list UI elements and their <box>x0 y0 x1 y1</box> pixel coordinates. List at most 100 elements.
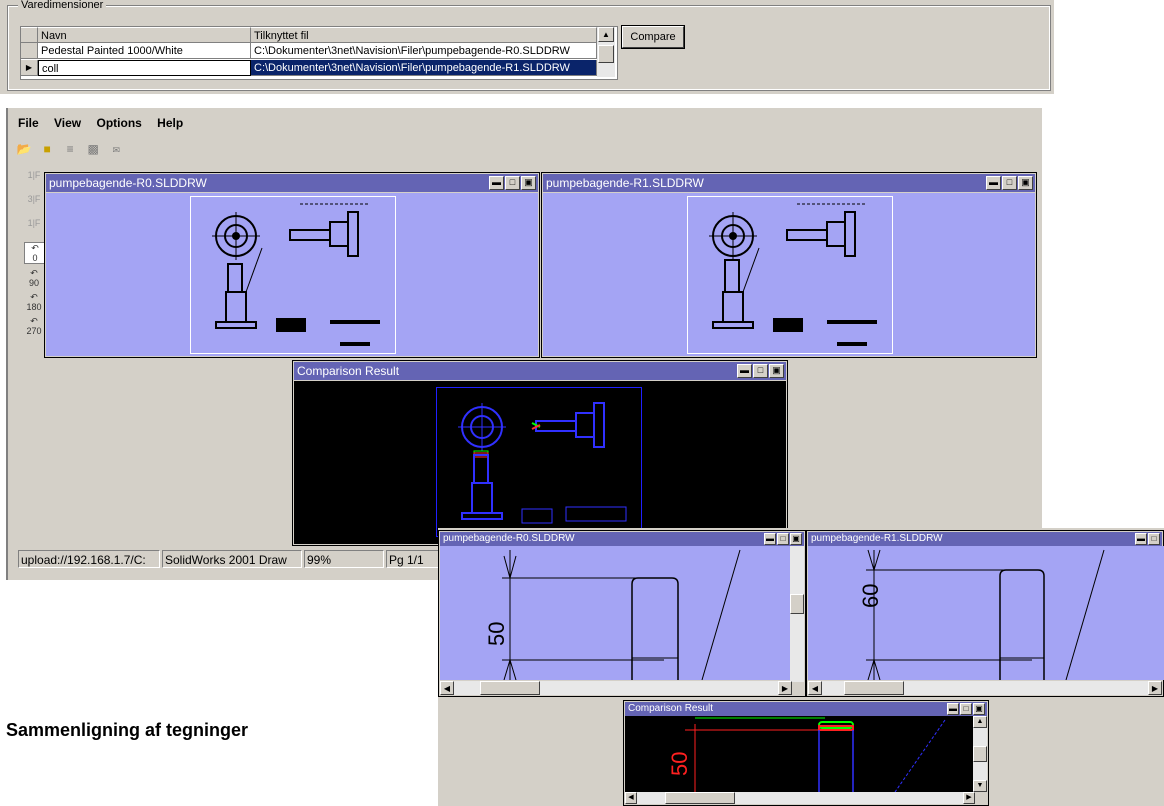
comparison-result-window[interactable]: Comparison Result ▬ □ ▣ <box>292 360 788 546</box>
file-grid: Navn Tilknyttet fil Pedestal Painted 100… <box>20 26 618 80</box>
rotate-0-icon[interactable]: ↶ 0 <box>24 242 46 264</box>
result-title-bar[interactable]: Comparison Result ▬ □ ▣ <box>294 362 786 380</box>
scroll-thumb[interactable] <box>973 746 987 762</box>
result-drawing-area[interactable] <box>294 381 786 544</box>
zoom-r0-drawing[interactable]: 50 <box>440 546 792 680</box>
zoom-r0-title: pumpebagende-R0.SLDDRW <box>443 533 575 544</box>
restore-icon[interactable]: □ <box>753 364 768 378</box>
zoom-r0-hscroll[interactable]: ◀ ▶ <box>440 681 792 695</box>
scroll-thumb[interactable] <box>480 681 540 695</box>
scroll-left-icon[interactable]: ◀ <box>625 792 637 804</box>
zoom-result-title: Comparison Result <box>628 703 714 714</box>
status-path: upload://192.168.1.7/C: <box>18 550 160 568</box>
maximize-icon[interactable]: ▣ <box>790 533 802 545</box>
zoom-r1-title: pumpebagende-R1.SLDDRW <box>811 533 943 544</box>
rotate-90-icon[interactable]: ↶ 90 <box>24 268 44 288</box>
maximize-icon[interactable]: ▣ <box>973 703 985 715</box>
status-app: SolidWorks 2001 Draw <box>162 550 302 568</box>
restore-icon[interactable]: □ <box>1002 176 1017 190</box>
result-title: Comparison Result <box>297 364 400 378</box>
row-selector[interactable] <box>21 43 38 59</box>
restore-icon[interactable]: □ <box>960 703 972 715</box>
mirror-icon[interactable]: 1|F <box>24 218 44 238</box>
grid-header: Navn Tilknyttet fil <box>21 27 597 44</box>
scroll-up-icon[interactable]: ▲ <box>973 716 987 728</box>
zoom-r1-drawing[interactable]: 60 <box>808 546 1164 680</box>
scroll-thumb[interactable] <box>790 594 804 614</box>
zoom-result-vscroll[interactable]: ▲ ▼ <box>973 716 987 792</box>
r0-drawing-window[interactable]: pumpebagende-R0.SLDDRW ▬ □ ▣ <box>44 172 540 358</box>
compare-button[interactable]: Compare <box>621 25 685 49</box>
menu-view[interactable]: View <box>54 116 81 130</box>
restore-icon[interactable]: □ <box>1148 533 1160 545</box>
menu-options[interactable]: Options <box>97 116 142 130</box>
scroll-left-icon[interactable]: ◀ <box>808 681 822 695</box>
r0-title-bar[interactable]: pumpebagende-R0.SLDDRW ▬ □ ▣ <box>46 174 538 192</box>
column-header-tilknyttet-fil[interactable]: Tilknyttet fil <box>251 27 597 43</box>
maximize-icon[interactable]: ▣ <box>769 364 784 378</box>
rotate-180-icon[interactable]: ↶ 180 <box>24 292 44 312</box>
mail-icon[interactable]: ✉ <box>108 143 124 157</box>
status-bar: upload://192.168.1.7/C: SolidWorks 2001 … <box>18 550 448 570</box>
zoom-result-hscroll[interactable]: ◀ ▶ <box>625 792 975 804</box>
minimize-icon[interactable]: ▬ <box>764 533 776 545</box>
grid-scrollbar[interactable]: ▲ <box>597 27 615 77</box>
flip-vertical-icon[interactable]: 3|F <box>24 194 44 214</box>
scroll-right-icon[interactable]: ▶ <box>963 792 975 804</box>
r0-drawing-sheet <box>190 196 396 354</box>
minimize-icon[interactable]: ▬ <box>737 364 752 378</box>
r1-drawing-sheet <box>687 196 893 354</box>
zoom-result-title-bar[interactable]: Comparison Result ▬ □ ▣ <box>625 702 987 716</box>
open-icon[interactable]: 📂 <box>16 142 32 156</box>
cell-fil[interactable]: C:\Dokumenter\3net\Navision\Filer\pumpeb… <box>251 43 597 59</box>
print-icon[interactable]: ▩ <box>85 142 101 156</box>
result-drawing-sheet <box>436 387 642 537</box>
cell-fil-selected[interactable]: C:\Dokumenter\3net\Navision\Filer\pumpeb… <box>251 60 597 76</box>
open-folder-icon[interactable]: ■ <box>39 142 55 156</box>
zoom-r1-hscroll[interactable]: ◀ ▶ <box>808 681 1162 695</box>
maximize-icon[interactable]: ▣ <box>521 176 536 190</box>
restore-icon[interactable]: □ <box>777 533 789 545</box>
layers-icon[interactable]: ≡ <box>62 142 78 156</box>
restore-icon[interactable]: □ <box>505 176 520 190</box>
scroll-thumb[interactable] <box>844 681 904 695</box>
compare-app-window: File View Options Help 📂 ■ ≡ ▩ ✉ 1|F 3|F… <box>6 108 1042 580</box>
scroll-down-icon[interactable]: ▼ <box>973 780 987 792</box>
cell-navn-editing[interactable]: coll <box>38 60 251 76</box>
cell-navn[interactable]: Pedestal Painted 1000/White <box>38 43 251 59</box>
left-toolbar: 1|F 3|F 1|F ↶ 0 ↶ 90 ↶ 180 ↶ 270 <box>24 170 46 340</box>
zoom-r0-window[interactable]: pumpebagende-R0.SLDDRW ▬ □ ▣ 50 ◀ ▶ <box>438 530 806 697</box>
zoom-result-window[interactable]: Comparison Result ▬ □ ▣ 50 ▲ ▼ ◀ ▶ <box>623 700 989 806</box>
menu-bar: File View Options Help <box>18 116 195 130</box>
minimize-icon[interactable]: ▬ <box>986 176 1001 190</box>
column-header-navn[interactable]: Navn <box>38 27 251 43</box>
r0-drawing-area[interactable] <box>46 193 538 356</box>
zoom-r1-window[interactable]: pumpebagende-R1.SLDDRW ▬ □ 60 ◀ ▶ <box>806 530 1164 697</box>
scroll-thumb[interactable] <box>598 45 614 63</box>
r1-title-bar[interactable]: pumpebagende-R1.SLDDRW ▬ □ ▣ <box>543 174 1035 192</box>
status-page: Pg 1/1 <box>386 550 446 568</box>
r1-drawing-area[interactable] <box>543 193 1035 356</box>
minimize-icon[interactable]: ▬ <box>1135 533 1147 545</box>
table-row[interactable]: Pedestal Painted 1000/White C:\Dokumente… <box>21 43 597 60</box>
scroll-right-icon[interactable]: ▶ <box>778 681 792 695</box>
minimize-icon[interactable]: ▬ <box>489 176 504 190</box>
minimize-icon[interactable]: ▬ <box>947 703 959 715</box>
table-row[interactable]: ▶ coll C:\Dokumenter\3net\Navision\Filer… <box>21 60 597 77</box>
scroll-left-icon[interactable]: ◀ <box>440 681 454 695</box>
row-selector-current[interactable]: ▶ <box>21 60 38 76</box>
zoom-r0-title-bar[interactable]: pumpebagende-R0.SLDDRW ▬ □ ▣ <box>440 532 804 546</box>
menu-help[interactable]: Help <box>157 116 183 130</box>
r1-drawing-window[interactable]: pumpebagende-R1.SLDDRW ▬ □ ▣ <box>541 172 1037 358</box>
zoom-result-drawing[interactable]: 50 <box>625 716 975 792</box>
maximize-icon[interactable]: ▣ <box>1018 176 1033 190</box>
rotate-270-icon[interactable]: ↶ 270 <box>24 316 44 336</box>
menu-file[interactable]: File <box>18 116 39 130</box>
scroll-thumb[interactable] <box>665 792 735 804</box>
scroll-right-icon[interactable]: ▶ <box>1148 681 1162 695</box>
row-header-corner <box>21 27 38 43</box>
zoom-r0-vscroll[interactable] <box>790 546 804 682</box>
flip-horizontal-icon[interactable]: 1|F <box>24 170 44 190</box>
zoom-r1-title-bar[interactable]: pumpebagende-R1.SLDDRW ▬ □ <box>808 532 1162 546</box>
scroll-up-icon[interactable]: ▲ <box>598 27 614 42</box>
